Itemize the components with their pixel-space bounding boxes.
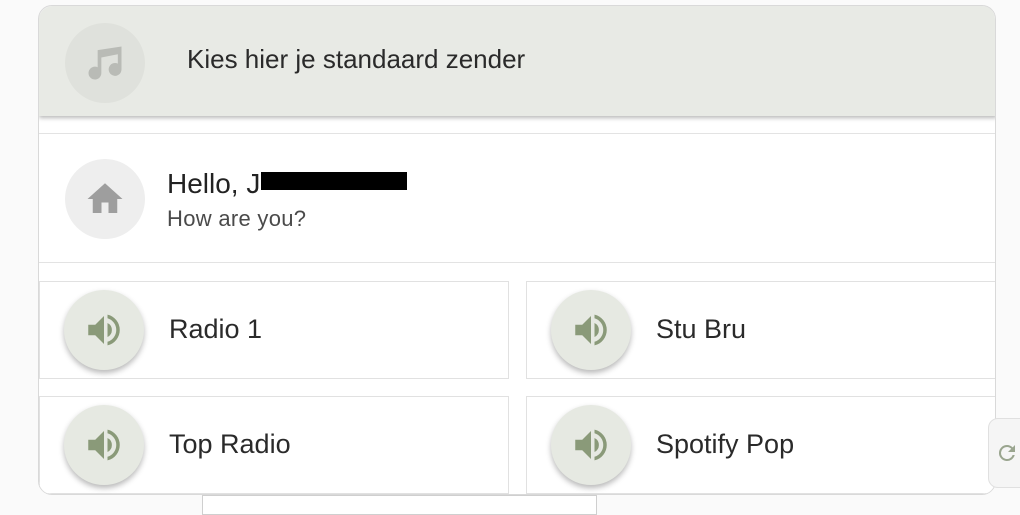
station-label: Spotify Pop <box>656 429 795 459</box>
speaker-icon[interactable] <box>551 405 631 485</box>
station-label: Stu Bru <box>656 314 747 344</box>
station-radio-1[interactable]: Radio 1 <box>39 281 509 379</box>
redaction-bar <box>261 172 407 190</box>
station-label: Top Radio <box>169 429 291 459</box>
header-title: Kies hier je standaard zender <box>187 44 526 74</box>
greeting-card: Hello, J How are you? <box>39 133 995 263</box>
speaker-icon[interactable] <box>64 290 144 370</box>
refresh-button[interactable] <box>988 418 1020 488</box>
station-spotify-pop[interactable]: Spotify Pop <box>526 396 995 494</box>
home-icon <box>65 159 145 239</box>
music-note-icon <box>65 23 145 103</box>
radio-card: Kies hier je standaard zender Hello, J H… <box>38 5 996 495</box>
bottom-panel <box>202 495 597 515</box>
greeting-subtitle: How are you? <box>167 206 307 231</box>
station-label: Radio 1 <box>169 314 263 344</box>
header-bar[interactable]: Kies hier je standaard zender <box>39 6 995 116</box>
station-top-radio[interactable]: Top Radio <box>39 396 509 494</box>
station-stu-bru[interactable]: Stu Bru <box>526 281 995 379</box>
speaker-icon[interactable] <box>551 290 631 370</box>
refresh-icon <box>998 444 1015 461</box>
speaker-icon[interactable] <box>64 405 144 485</box>
greeting-title: Hello, J <box>167 168 261 199</box>
